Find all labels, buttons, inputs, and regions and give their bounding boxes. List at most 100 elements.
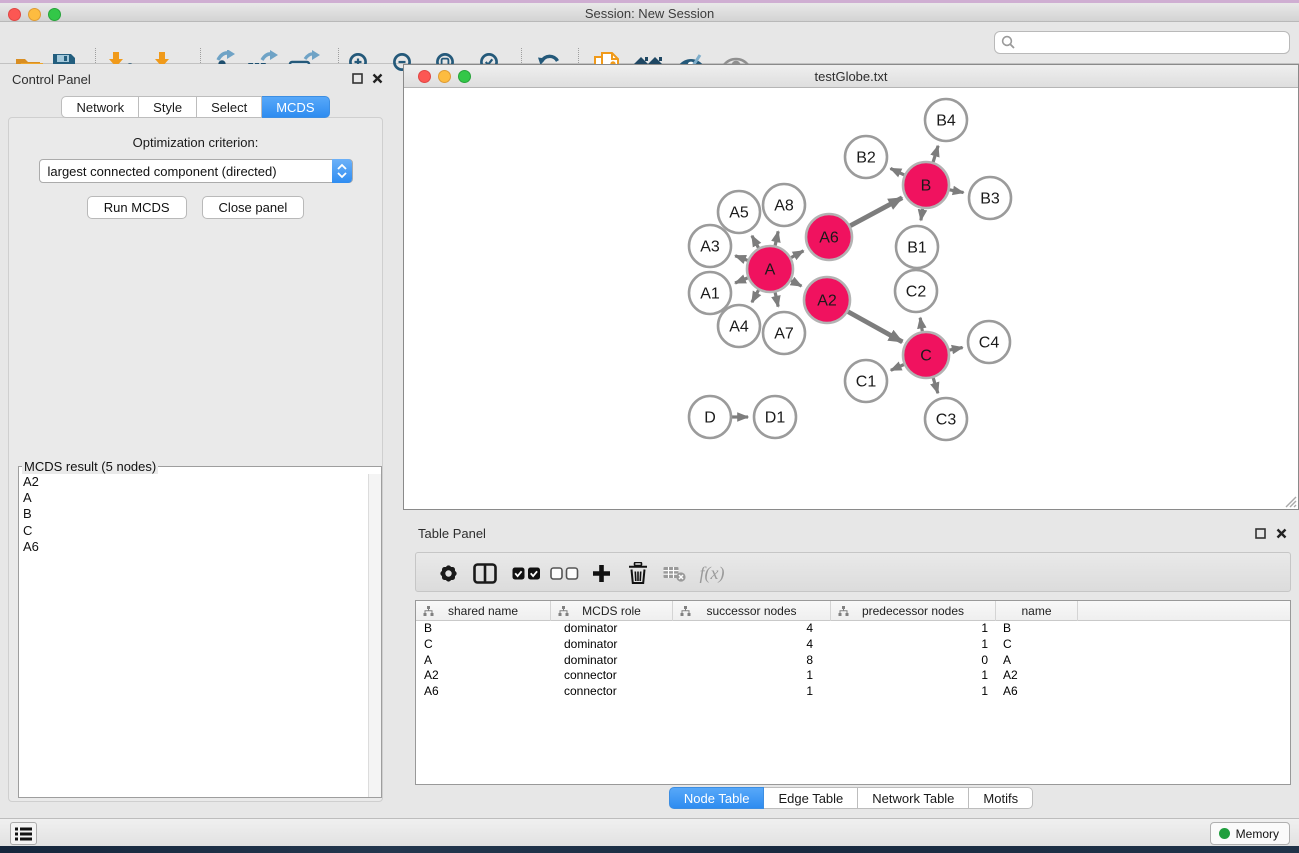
tab-select[interactable]: Select bbox=[197, 96, 262, 118]
node-C1[interactable]: C1 bbox=[845, 360, 887, 402]
mcds-result-item[interactable]: B bbox=[19, 506, 368, 522]
close-table-panel-icon[interactable] bbox=[1276, 528, 1287, 539]
edge-C-C1[interactable] bbox=[891, 365, 904, 371]
svg-text:B3: B3 bbox=[980, 191, 1000, 208]
node-A3[interactable]: A3 bbox=[689, 225, 731, 267]
cell-name: B bbox=[996, 621, 1078, 637]
tab-style[interactable]: Style bbox=[139, 96, 197, 118]
node-A6[interactable]: A6 bbox=[806, 214, 852, 260]
edge-C-C4[interactable] bbox=[950, 348, 963, 351]
task-history-button[interactable] bbox=[10, 822, 37, 845]
control-panel-title: Control Panel bbox=[12, 72, 91, 87]
edge-A-A6[interactable] bbox=[791, 251, 803, 258]
edge-A-A7[interactable] bbox=[775, 292, 778, 306]
node-C[interactable]: C bbox=[903, 332, 949, 378]
delete-columns-icon[interactable] bbox=[620, 553, 656, 593]
memory-status-icon bbox=[1219, 828, 1230, 839]
tab-motifs[interactable]: Motifs bbox=[969, 787, 1033, 809]
node-C3[interactable]: C3 bbox=[925, 398, 967, 440]
tab-network[interactable]: Network bbox=[61, 96, 139, 118]
mcds-result-item[interactable]: A6 bbox=[19, 539, 368, 555]
float-table-panel-icon[interactable] bbox=[1255, 528, 1266, 539]
resize-grip-icon[interactable] bbox=[1282, 493, 1297, 508]
node-B4[interactable]: B4 bbox=[925, 99, 967, 141]
close-panel-button[interactable]: Close panel bbox=[202, 196, 305, 219]
run-mcds-button[interactable]: Run MCDS bbox=[87, 196, 187, 219]
float-panel-icon[interactable] bbox=[352, 73, 363, 84]
cell-shared-name: A6 bbox=[416, 684, 551, 700]
cell-successor-nodes: 8 bbox=[673, 653, 831, 669]
table-row[interactable]: Cdominator41C bbox=[416, 637, 1290, 653]
node-A1[interactable]: A1 bbox=[689, 272, 731, 314]
column-settings-gear-icon[interactable] bbox=[430, 553, 466, 593]
node-A8[interactable]: A8 bbox=[763, 184, 805, 226]
edge-A-A3[interactable] bbox=[735, 256, 747, 261]
search-box[interactable] bbox=[994, 31, 1290, 54]
tab-edge-table[interactable]: Edge Table bbox=[764, 787, 858, 809]
network-graph[interactable]: A A1 A2 A3 A4 A5 A6 A7 A8 B B1 B2 B3 B4 C C1 C2 C3C4 D D1 bbox=[404, 88, 1298, 509]
cell-predecessor-nodes: 1 bbox=[831, 684, 996, 700]
search-input[interactable] bbox=[1020, 32, 1289, 53]
result-list-scrollbar[interactable] bbox=[368, 474, 381, 797]
node-D1[interactable]: D1 bbox=[754, 396, 796, 438]
svg-text:B2: B2 bbox=[856, 150, 876, 167]
column-header-shared-name[interactable]: shared name bbox=[416, 601, 551, 621]
column-header-MCDS-role[interactable]: MCDS role bbox=[551, 601, 673, 621]
node-A[interactable]: A bbox=[747, 246, 793, 292]
edge-A-A4[interactable] bbox=[752, 290, 759, 302]
node-A2[interactable]: A2 bbox=[804, 277, 850, 323]
table-row[interactable]: A2connector11A2 bbox=[416, 668, 1290, 684]
node-A4[interactable]: A4 bbox=[718, 305, 760, 347]
svg-text:C2: C2 bbox=[906, 284, 927, 301]
mcds-result-list[interactable]: A2ABCA6 bbox=[19, 474, 368, 797]
edge-C-C3[interactable] bbox=[933, 378, 938, 393]
table-row[interactable]: Adominator80A bbox=[416, 653, 1290, 669]
tab-network-table[interactable]: Network Table bbox=[858, 787, 969, 809]
function-builder-icon[interactable]: f(x) bbox=[694, 553, 730, 593]
network-canvas[interactable]: A A1 A2 A3 A4 A5 A6 A7 A8 B B1 B2 B3 B4 C C1 C2 C3C4 D D1 bbox=[404, 88, 1298, 509]
deselect-all-rows-icon[interactable] bbox=[546, 553, 582, 593]
node-D[interactable]: D bbox=[689, 396, 731, 438]
edge-B-B4[interactable] bbox=[933, 146, 938, 162]
tab-node-table[interactable]: Node Table bbox=[669, 787, 765, 809]
node-A7[interactable]: A7 bbox=[763, 312, 805, 354]
memory-button[interactable]: Memory bbox=[1210, 822, 1290, 845]
edge-A-A8[interactable] bbox=[775, 231, 778, 245]
mcds-tab-content: Optimization criterion: largest connecte… bbox=[8, 117, 383, 802]
svg-text:D: D bbox=[704, 410, 716, 427]
table-row[interactable]: A6connector11A6 bbox=[416, 684, 1290, 700]
split-table-icon[interactable] bbox=[467, 553, 503, 593]
node-A5[interactable]: A5 bbox=[718, 191, 760, 233]
node-B1[interactable]: B1 bbox=[896, 226, 938, 268]
mcds-result-item[interactable]: A bbox=[19, 490, 368, 506]
criterion-dropdown[interactable]: largest connected component (directed) bbox=[39, 159, 353, 183]
edge-B-B3[interactable] bbox=[950, 190, 964, 193]
node-B2[interactable]: B2 bbox=[845, 136, 887, 178]
close-panel-icon[interactable] bbox=[372, 73, 383, 84]
delete-table-icon[interactable] bbox=[656, 553, 692, 593]
edge-A-A2[interactable] bbox=[791, 281, 801, 287]
edge-B-B2[interactable] bbox=[891, 168, 905, 175]
node-C4[interactable]: C4 bbox=[968, 321, 1010, 363]
node-B3[interactable]: B3 bbox=[969, 177, 1011, 219]
column-header-name[interactable]: name bbox=[996, 601, 1078, 621]
cell-MCDS-role: dominator bbox=[551, 637, 673, 653]
table-row[interactable]: Bdominator41B bbox=[416, 621, 1290, 637]
edge-A6-B[interactable] bbox=[850, 198, 902, 226]
add-column-icon[interactable] bbox=[583, 553, 619, 593]
edge-A-A1[interactable] bbox=[735, 278, 748, 283]
node-C2[interactable]: C2 bbox=[895, 270, 937, 312]
node-B[interactable]: B bbox=[903, 162, 949, 208]
column-header-successor-nodes[interactable]: successor nodes bbox=[673, 601, 831, 621]
column-header-predecessor-nodes[interactable]: predecessor nodes bbox=[831, 601, 996, 621]
mcds-result-item[interactable]: C bbox=[19, 523, 368, 539]
tab-mcds[interactable]: MCDS bbox=[262, 96, 329, 118]
edge-A-A5[interactable] bbox=[752, 236, 759, 248]
mcds-result-item[interactable]: A2 bbox=[19, 474, 368, 490]
cell-name: A2 bbox=[996, 668, 1078, 684]
edge-B-B1[interactable] bbox=[921, 209, 923, 221]
edge-C-C2[interactable] bbox=[920, 318, 922, 332]
select-all-rows-icon[interactable] bbox=[508, 553, 544, 593]
edge-A2-C[interactable] bbox=[848, 312, 902, 342]
svg-text:A1: A1 bbox=[700, 286, 720, 303]
